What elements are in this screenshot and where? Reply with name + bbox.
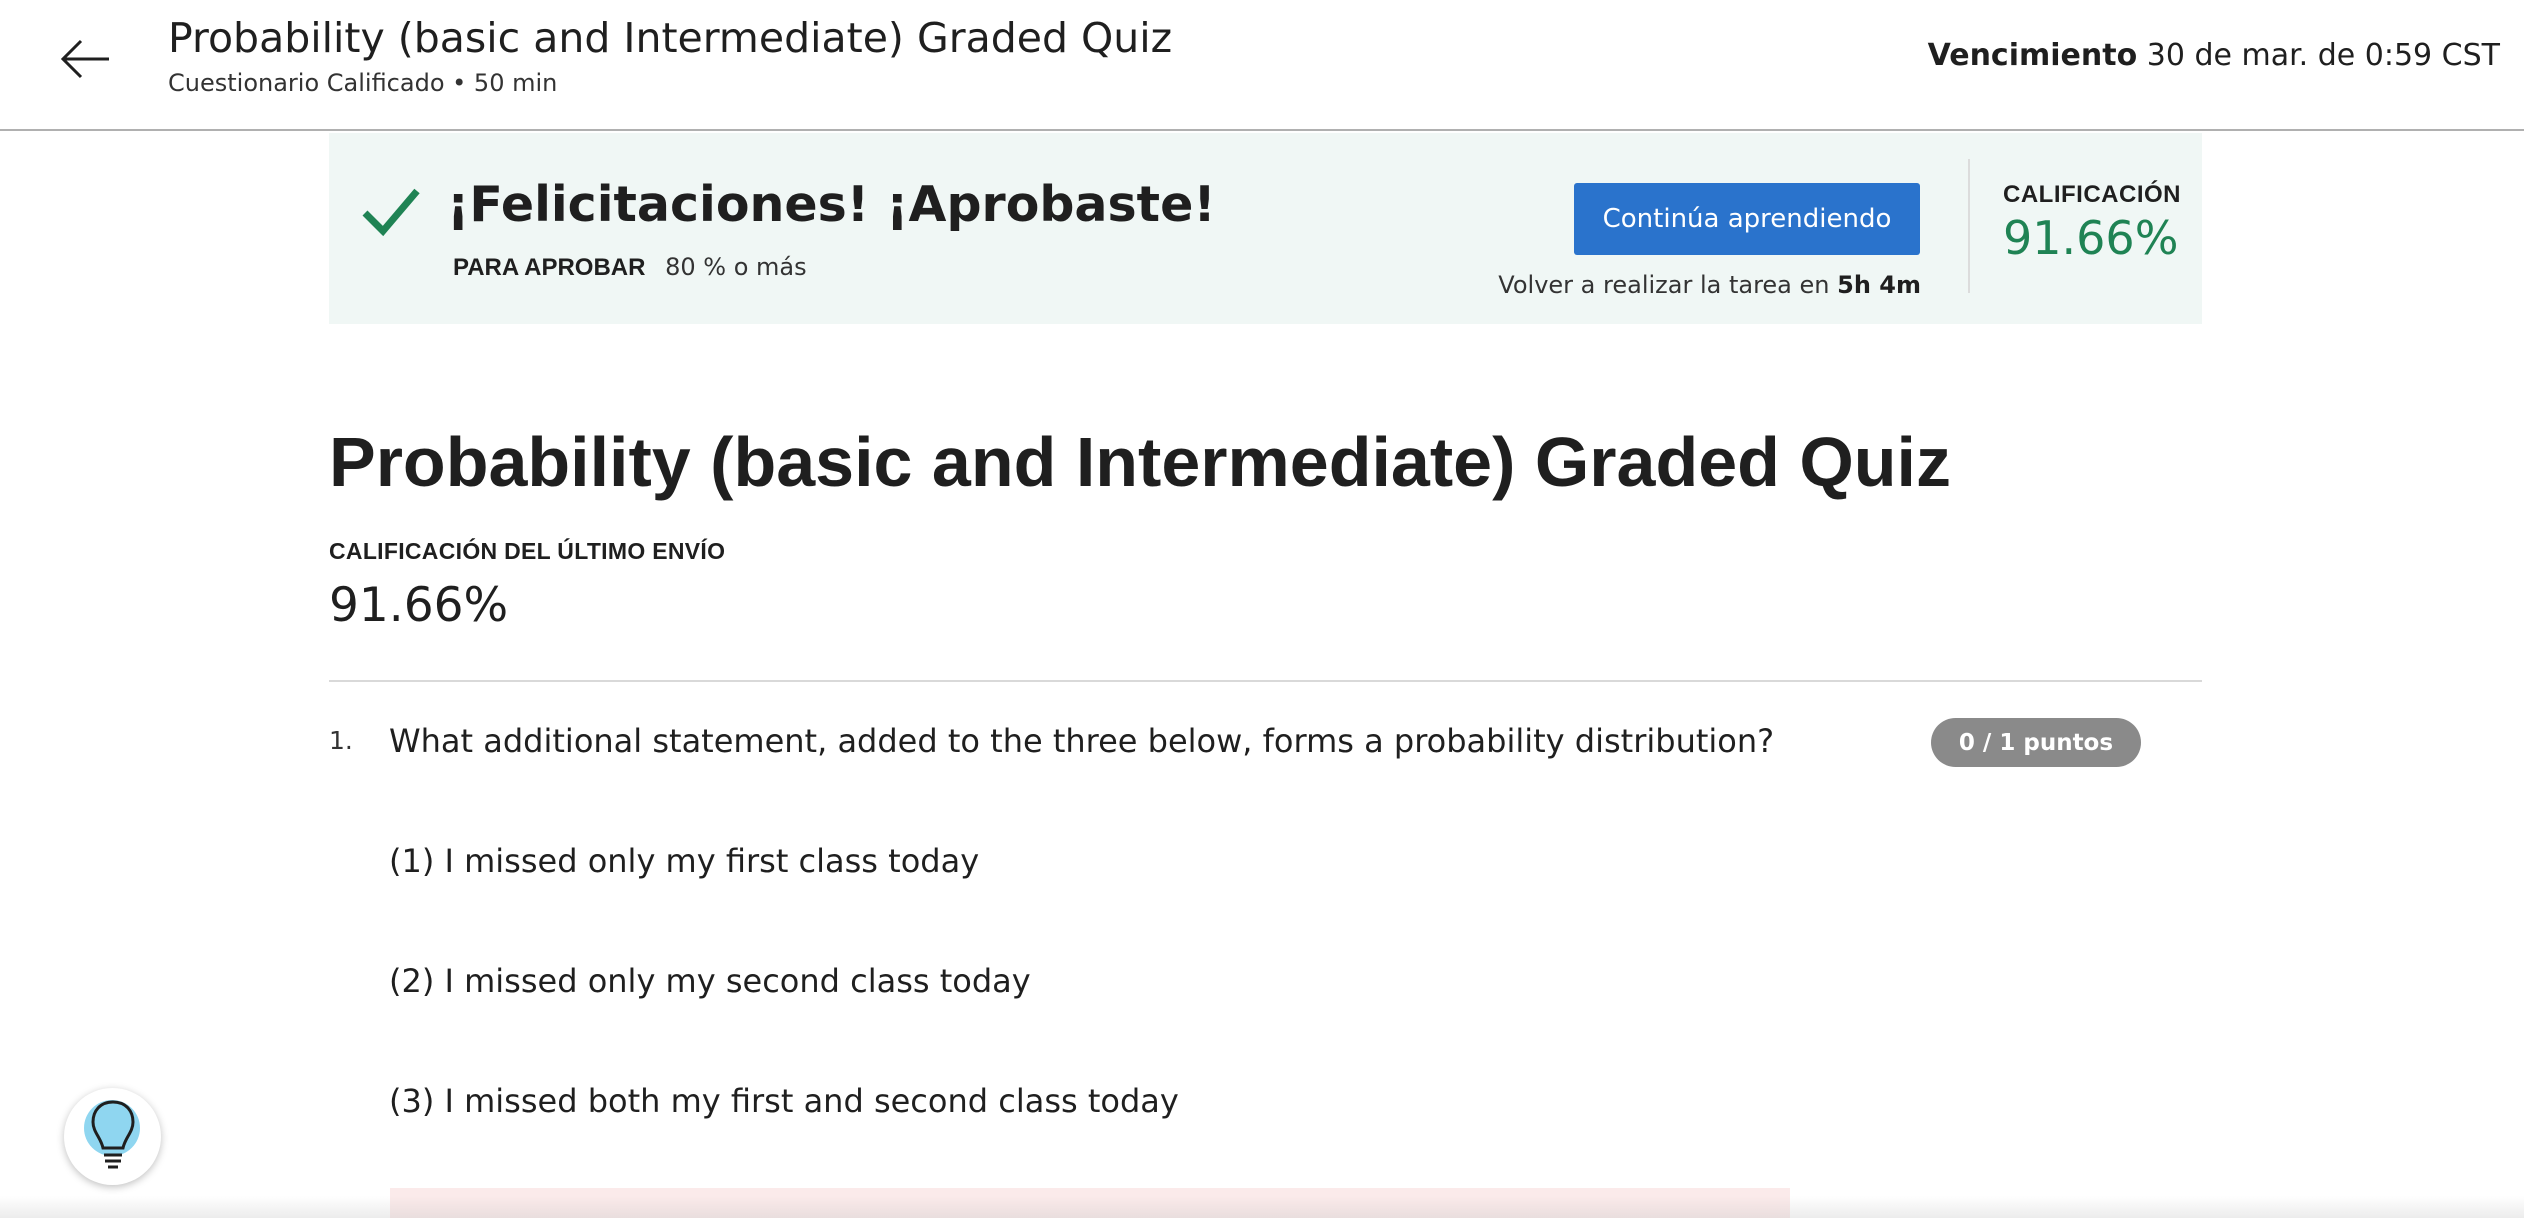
header-title: Probability (basic and Intermediate) Gra… [168,14,1173,62]
check-icon [362,188,420,237]
section-divider [329,680,2202,682]
due-date: Vencimiento 30 de mar. de 0:59 CST [1928,38,2500,73]
page-title: Probability (basic and Intermediate) Gra… [329,423,1951,501]
question-statement: (2) I missed only my second class today [389,962,1031,1000]
grade-label: CALIFICACIÓN [2003,181,2181,208]
retake-text: Volver a realizar la tarea en [1498,271,1830,299]
grade-value: 91.66% [2003,211,2179,265]
question-number: 1. [329,726,353,755]
question-statement: (3) I missed both my first and second cl… [389,1082,1179,1120]
help-button[interactable] [64,1088,161,1185]
last-submission-label: CALIFICACIÓN DEL ÚLTIMO ENVÍO [329,538,726,564]
arrow-left-icon [60,39,109,79]
last-submission-grade: 91.66% [329,578,509,633]
question-text: What additional statement, added to the … [389,722,1775,760]
pass-message: ¡Felicitaciones! ¡Aprobaste! [447,176,1216,233]
back-button[interactable] [54,28,116,90]
pass-banner: ¡Felicitaciones! ¡Aprobaste! PARA APROBA… [329,133,2202,324]
lightbulb-icon [90,1099,135,1168]
header-subtitle: Cuestionario Calificado • 50 min [168,69,558,97]
due-value: 30 de mar. de 0:59 CST [2146,38,2500,73]
pass-threshold-label: PARA APROBAR [453,254,646,281]
points-badge: 0 / 1 puntos [1931,718,2141,767]
banner-divider [1968,159,1970,293]
retake-info: Volver a realizar la tarea en 5h 4m [1498,271,1921,299]
pass-threshold: PARA APROBAR 80 % o más [453,253,807,282]
question-statement: (1) I missed only my first class today [389,842,980,880]
bottom-shadow [0,1196,2524,1218]
top-bar: Probability (basic and Intermediate) Gra… [0,0,2524,131]
continue-learning-button[interactable]: Continúa aprendiendo [1574,183,1920,255]
pass-threshold-value: 80 % o más [665,253,807,281]
due-label: Vencimiento [1927,38,2138,73]
retake-time: 5h 4m [1837,271,1921,299]
